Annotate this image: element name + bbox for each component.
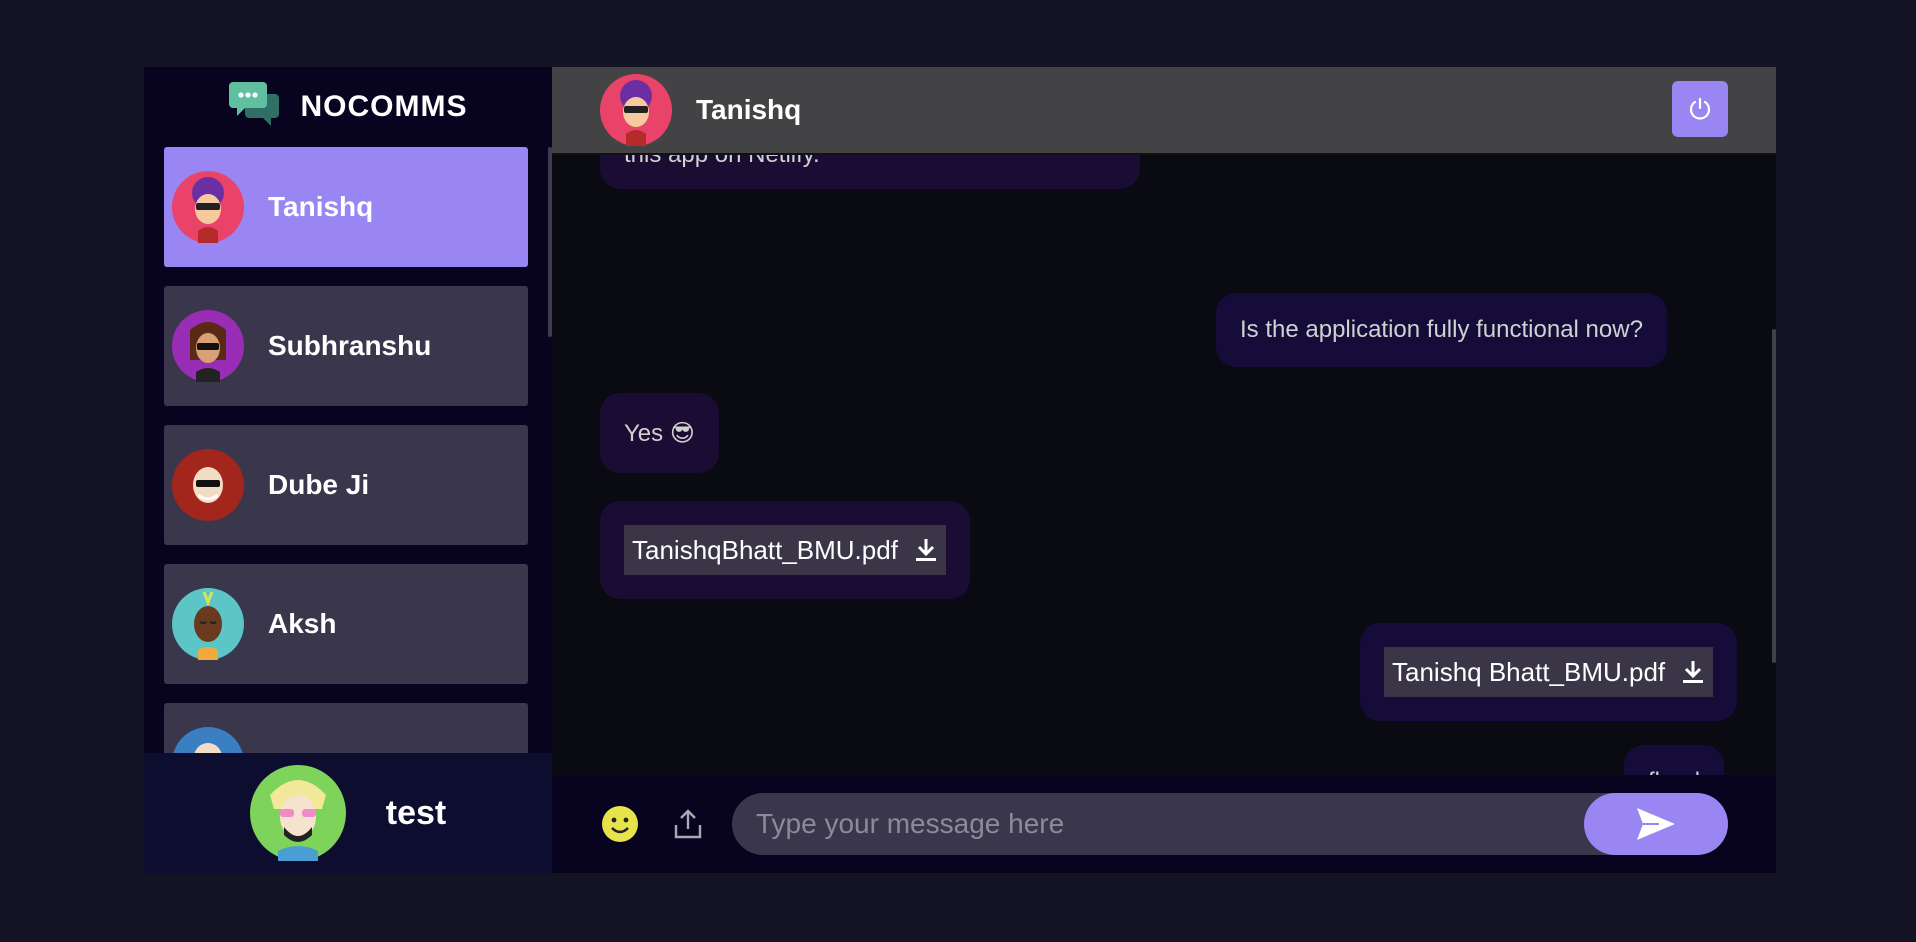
message-list: this app on Netlify. Is the application …	[552, 155, 1776, 775]
contact-item-aksh[interactable]: Aksh	[164, 564, 528, 684]
logout-button[interactable]	[1672, 81, 1728, 137]
download-icon[interactable]	[1681, 659, 1705, 685]
contact-name: Subhranshu	[268, 330, 432, 361]
contact-name: Tanishq	[268, 191, 374, 222]
message-input[interactable]	[732, 793, 1728, 855]
send-button[interactable]	[1584, 793, 1728, 855]
message-sent: Is the application fully functional now?	[1216, 293, 1667, 367]
contact-name: Dube Ji	[268, 469, 370, 500]
message-received: this app on Netlify.	[600, 155, 1140, 189]
file-attachment[interactable]: Tanishq Bhatt_BMU.pdf	[1384, 647, 1714, 697]
message-input-wrapper	[732, 793, 1728, 855]
avatar	[172, 310, 244, 382]
message-text: this app on Netlify.	[624, 155, 820, 169]
emoji-button[interactable]	[600, 804, 640, 844]
avatar	[172, 449, 244, 521]
emoji-icon	[602, 806, 638, 842]
contact-item-dube-ji[interactable]: Dube Ji	[164, 425, 528, 545]
file-name: Tanishq Bhatt_BMU.pdf	[1392, 656, 1666, 687]
message-sent-file: Tanishq Bhatt_BMU.pdf	[1360, 623, 1738, 721]
messages-scrollbar[interactable]	[1772, 329, 1776, 663]
avatar	[172, 171, 244, 243]
file-attachment[interactable]: TanishqBhatt_BMU.pdf	[624, 525, 946, 575]
avatar	[172, 588, 244, 660]
chat-contact-name: Tanishq	[696, 94, 802, 125]
download-icon[interactable]	[914, 537, 938, 563]
contact-name: Aksh	[268, 608, 337, 639]
contact-item-subhranshu[interactable]: Subhranshu	[164, 286, 528, 406]
chat-bubbles-icon	[228, 80, 281, 135]
contact-item-tanishq[interactable]: Tanishq	[164, 147, 528, 267]
contacts-sidebar: NOCOMMS Tanishq Subhranshu Dube Ji Aksh …	[144, 67, 552, 873]
power-icon	[1689, 97, 1711, 120]
brand: NOCOMMS	[144, 67, 552, 147]
message-received-file: TanishqBhatt_BMU.pdf	[600, 501, 970, 599]
chat-panel: Tanishq this app on Netlify. Is the appl…	[552, 67, 1776, 873]
brand-name: NOCOMMS	[300, 90, 468, 123]
message-sent: flood	[1624, 745, 1725, 775]
avatar	[249, 765, 346, 861]
chat-header: Tanishq	[552, 67, 1776, 155]
contact-list: Tanishq Subhranshu Dube Ji Aksh	[164, 147, 528, 819]
avatar	[600, 74, 672, 146]
message-received: Yes 😎	[600, 393, 719, 473]
message-input-bar	[552, 775, 1776, 873]
upload-button[interactable]	[668, 804, 708, 844]
current-user-name: test	[385, 793, 447, 832]
file-name: TanishqBhatt_BMU.pdf	[632, 534, 898, 565]
message-text: Yes 😎	[624, 419, 695, 447]
app-container: NOCOMMS Tanishq Subhranshu Dube Ji Aksh …	[144, 67, 1776, 873]
send-icon	[1637, 808, 1675, 840]
message-text: flood	[1648, 768, 1700, 775]
current-user: test	[144, 753, 552, 873]
message-text: Is the application fully functional now?	[1240, 316, 1643, 343]
upload-icon	[674, 809, 702, 839]
